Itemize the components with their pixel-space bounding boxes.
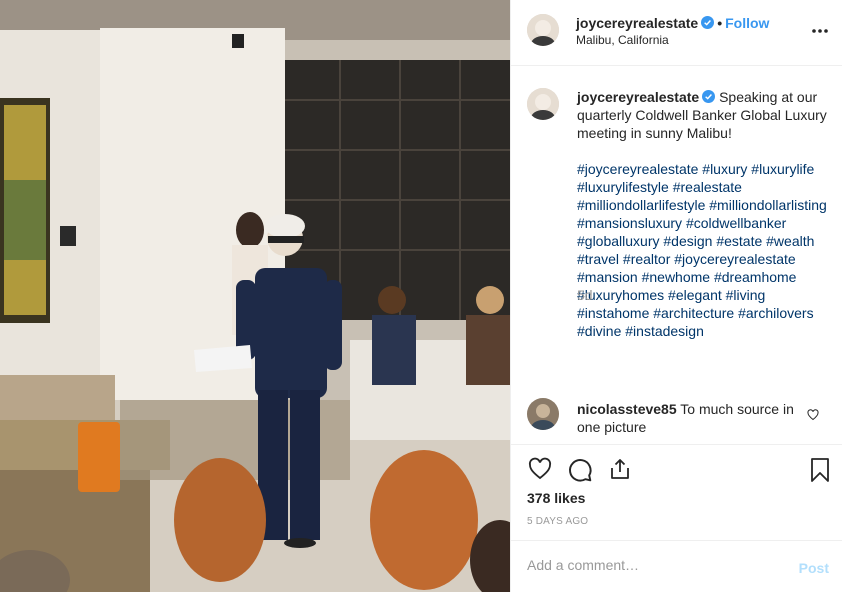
verified-badge-icon xyxy=(702,90,716,103)
follow-button[interactable]: Follow xyxy=(725,15,769,31)
author-avatar[interactable] xyxy=(527,14,559,46)
separator-dot: • xyxy=(717,15,723,31)
photo-illustration xyxy=(0,0,510,592)
caption-author-avatar[interactable] xyxy=(527,88,559,120)
caption-username[interactable]: joycereyrealestate xyxy=(577,89,699,105)
author-username[interactable]: joycereyrealestate xyxy=(576,15,698,31)
caption-hashtags[interactable]: #joycereyrealestate #luxury #luxurylife … xyxy=(577,160,827,340)
post-comment-button[interactable]: Post xyxy=(799,560,829,576)
post-date[interactable]: 5 DAYS AGO xyxy=(527,516,588,527)
share-icon[interactable] xyxy=(608,457,632,484)
add-comment-bar: Post xyxy=(511,540,842,592)
comment-like-heart-icon[interactable] xyxy=(807,408,819,424)
action-bar xyxy=(511,444,842,494)
heart-icon[interactable] xyxy=(527,457,553,484)
comment-body: nicolassteve85 To much source in one pic… xyxy=(577,400,797,436)
bookmark-icon[interactable] xyxy=(809,457,831,486)
post-location[interactable]: Malibu, California xyxy=(576,33,669,47)
comment-bubble-icon[interactable] xyxy=(567,457,593,486)
caption-body: joycereyrealestate Speaking at our quart… xyxy=(577,88,827,340)
post-header: joycereyrealestate • Follow Malibu, Califo… xyxy=(511,0,842,66)
commenter-avatar[interactable] xyxy=(527,398,559,430)
comment-input[interactable] xyxy=(527,557,777,573)
verified-badge-icon xyxy=(701,16,715,29)
post-details-panel: joycereyrealestate • Follow Malibu, Califo… xyxy=(510,0,842,592)
post-time-ago[interactable]: 5d xyxy=(577,287,593,303)
commenter-username[interactable]: nicolassteve85 xyxy=(577,401,677,417)
post-photo[interactable] xyxy=(0,0,510,592)
more-options-icon[interactable] xyxy=(811,18,829,39)
likes-count[interactable]: 378 likes xyxy=(527,490,585,506)
